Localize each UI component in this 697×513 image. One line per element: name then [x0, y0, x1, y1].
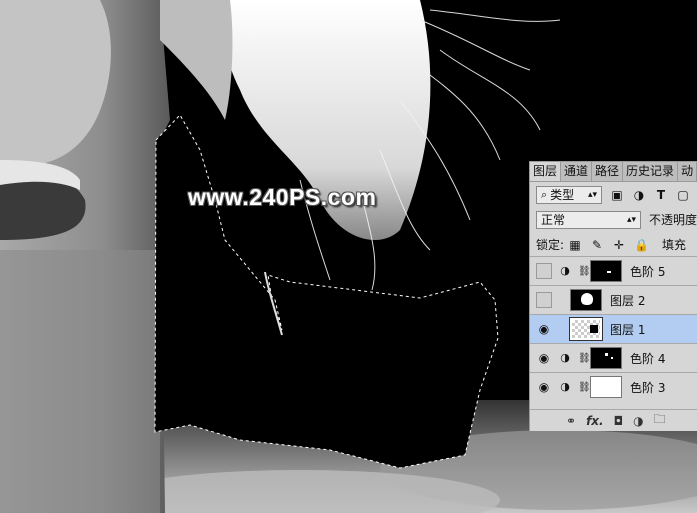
opacity-label: 不透明度	[648, 213, 697, 227]
tab-channels[interactable]: 通道	[561, 162, 593, 181]
dropdown-arrow-icon: ▴▾	[626, 214, 636, 225]
chain-icon[interactable]: ⛓	[578, 266, 591, 277]
eye-icon[interactable]: ◉	[536, 350, 552, 366]
link-layers-icon[interactable]: ⚭	[566, 414, 576, 428]
layer-row[interactable]: ◑ ⛓ 色阶 5	[530, 256, 697, 285]
layer-thumbnail[interactable]	[569, 317, 603, 341]
eye-icon[interactable]: ◉	[536, 321, 552, 337]
lock-row: 锁定: ▦ ✎ ✛ 🔒 填充	[530, 232, 697, 257]
lock-move-icon[interactable]: ✛	[612, 238, 626, 252]
half-circle-icon: ◑	[560, 380, 570, 393]
layer-row[interactable]: ◉ ◑ ⛓ 色阶 3	[530, 372, 697, 401]
visibility-toggle[interactable]	[536, 263, 552, 279]
dropdown-arrow-icon: ▴▾	[587, 189, 597, 200]
layer-mask-thumbnail[interactable]	[590, 260, 622, 282]
filter-kind-value: 类型	[550, 188, 575, 202]
adjustment-filter-icon[interactable]: ◑	[632, 188, 646, 202]
layer-row[interactable]: ◉ ◑ ⛓ 色阶 4	[530, 343, 697, 372]
new-adjustment-icon[interactable]: ◑	[633, 414, 643, 428]
fx-icon[interactable]: fx.	[586, 414, 604, 428]
lock-paint-brush-icon[interactable]: ✎	[590, 238, 604, 252]
add-mask-icon[interactable]: ◘	[614, 414, 624, 428]
layer-name: 图层 2	[610, 293, 646, 308]
tab-layers[interactable]: 图层	[530, 162, 562, 181]
layer-name: 色阶 5	[630, 264, 666, 279]
search-icon: ⌕	[541, 187, 548, 201]
blend-row: 正常 ▴▾ 不透明度	[530, 207, 697, 232]
watermark-text: www.240PS.com	[188, 184, 377, 210]
layer-row-selected[interactable]: ◉ 图层 1	[530, 314, 697, 343]
half-circle-icon: ◑	[560, 264, 570, 277]
filter-kind-dropdown[interactable]: ⌕ 类型 ▴▾	[536, 185, 602, 204]
layers-list: ◑ ⛓ 色阶 5 图层 2 ◉ 图层 1 ◉ ◑ ⛓ 色阶 4 ◉ ◑ ⛓ 色阶…	[530, 256, 697, 401]
eye-icon[interactable]: ◉	[536, 379, 552, 395]
tab-paths[interactable]: 路径	[592, 162, 624, 181]
filter-row: ⌕ 类型 ▴▾ ▣ ◑ T ▢	[530, 182, 697, 207]
lock-transparent-icon[interactable]: ▦	[568, 238, 582, 252]
new-group-folder-icon[interactable]: 🗀	[654, 410, 666, 431]
layer-name: 图层 1	[610, 322, 646, 337]
blend-mode-value: 正常	[541, 213, 566, 227]
layer-row[interactable]: 图层 2	[530, 285, 697, 314]
lock-label: 锁定:	[536, 238, 565, 252]
blend-mode-dropdown[interactable]: 正常 ▴▾	[536, 210, 641, 229]
layer-thumbnail[interactable]	[570, 289, 602, 311]
text-filter-icon[interactable]: T	[654, 188, 668, 202]
lock-all-icon[interactable]: 🔒	[634, 238, 649, 252]
panel-tabs: 图层 通道 路径 历史记录 动	[530, 162, 697, 182]
layer-name: 色阶 4	[630, 351, 666, 366]
layer-mask-thumbnail[interactable]	[590, 347, 622, 369]
layer-mask-thumbnail[interactable]	[590, 376, 622, 398]
layer-name: 色阶 3	[630, 380, 666, 395]
panel-footer: ⚭ fx. ◘ ◑ 🗀	[530, 409, 697, 431]
fill-label: 填充	[662, 238, 687, 252]
visibility-toggle[interactable]	[536, 292, 552, 308]
half-circle-icon: ◑	[560, 351, 570, 364]
chain-icon[interactable]: ⛓	[578, 353, 591, 364]
shape-filter-icon[interactable]: ▢	[676, 188, 690, 202]
chain-icon[interactable]: ⛓	[578, 382, 591, 393]
tab-history[interactable]: 历史记录	[623, 162, 679, 181]
image-filter-icon[interactable]: ▣	[610, 188, 624, 202]
tab-actions[interactable]: 动	[678, 162, 697, 181]
layers-panel: 图层 通道 路径 历史记录 动 ⌕ 类型 ▴▾ ▣ ◑ T ▢ 正常 ▴▾ 不透…	[529, 161, 697, 431]
